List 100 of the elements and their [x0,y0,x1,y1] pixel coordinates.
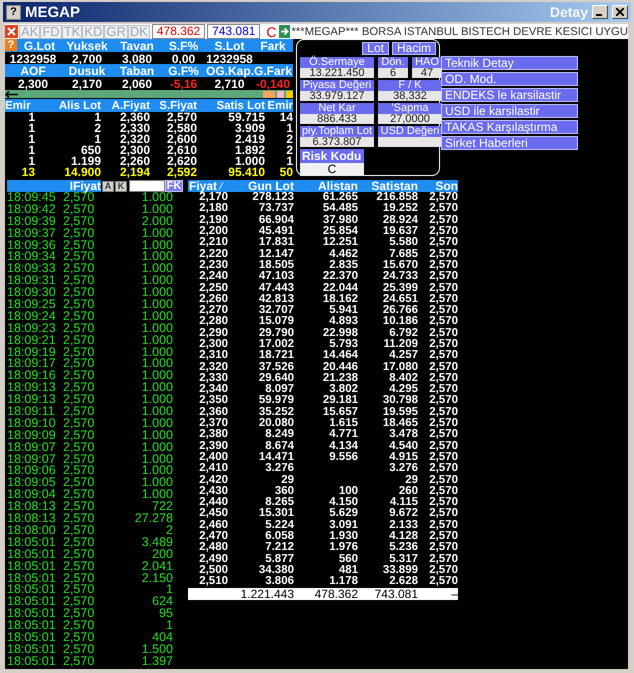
table-cell-text: 1 [286,156,293,167]
toolbar-button[interactable]: AK [19,24,40,38]
table-cell-text: 29.181 [322,395,358,406]
table-cell-text: 2,570 [428,271,458,282]
table-cell-text: 1.000 [140,334,173,347]
table-cell-text: 2,570 [63,204,96,216]
table-cell-text: 1.000 [140,275,173,288]
table-cell-text: 2.835 [328,260,358,271]
toggle-button[interactable]: Lot [362,42,389,55]
table-cell-text: 2,400 [198,452,228,463]
close-icon[interactable] [5,25,18,38]
figure-field: 478.362 [152,24,206,39]
table-cell-text: 8.097 [265,384,294,396]
table-cell-text: 2,250 [198,282,228,294]
table-cell-text: 73.737 [258,203,294,214]
table-cell-text: 2,570 [63,430,96,442]
column-header[interactable]: Alistan [294,180,358,192]
table-cell-text: 18:09:30 [7,287,57,300]
table-cell-text: 2,570 [428,350,458,362]
stat-value: 2,700 [70,52,104,66]
arrow-icon[interactable] [278,25,290,38]
close-button[interactable] [612,5,628,19]
table-cell-text: 6.792 [388,328,418,339]
toolbar-button[interactable]: FD [40,24,62,38]
total-cell-text: 2,592 [166,167,197,178]
table-cell-text: 1.199 [70,156,101,167]
help-icon[interactable]: ? [5,39,17,51]
column-header: Satis Lot [215,100,265,112]
table-cell-text: 2,240 [198,271,228,282]
table-cell-text: 17.002 [258,339,294,350]
table-cell-text: 8.674 [264,440,294,452]
table-cell-text: 2,570 [63,346,96,358]
column-header[interactable]: Son [418,180,458,192]
table-cell-text: 2,370 [198,418,228,430]
table-cell-text: 216.858 [375,192,418,204]
table-cell-text: 2 [285,134,293,145]
table-cell-text: 2,570 [63,406,96,418]
filter-button[interactable]: A [102,180,114,192]
table-cell-text: 2 [285,145,293,156]
menu-button[interactable]: OD. Mod. [441,72,578,86]
table-cell-text: 2,570 [428,406,458,418]
table-cell-text: 2.628 [388,576,418,588]
table-cell-text: 2,570 [63,454,96,466]
menu-button[interactable]: TAKAS Karşılaştırma [441,120,578,134]
column-header[interactable]: Gun Lot [228,180,294,192]
table-cell-text: 32.707 [258,305,294,316]
table-cell-text: 28.924 [382,214,418,226]
table-cell-text: 2,330 [118,123,150,134]
menu-button[interactable]: Teknik Detay [441,56,578,70]
table-cell-text: 8.249 [264,429,294,440]
table-cell-text: 2,570 [63,596,96,608]
table-cell-text: 2,570 [428,542,458,554]
filter-button[interactable]: FK [165,180,183,192]
table-cell-text: 18:09:36 [7,240,57,252]
column-header: OG.Kap. [206,64,253,78]
table-cell-text: 18:09:04 [7,489,57,502]
table-cell-text: 21.238 [322,372,358,384]
column-header: AOF [19,64,47,78]
table-cell-text: 1.500 [140,644,173,656]
table-cell-text: 2,210 [198,237,228,248]
filter-field[interactable] [129,180,165,192]
toggle-button[interactable]: Hacim [392,42,436,55]
toolbar-button[interactable]: GR [104,24,128,38]
table-cell-text: 560 [338,554,358,565]
menu-button[interactable]: Sirket Haberleri [441,136,578,150]
field-value: 886.433 [300,114,374,124]
menu-button[interactable]: USD ile karsilastir [441,104,578,118]
table-cell-text: 2,600 [166,134,197,145]
field-value: 38,332 [378,91,442,101]
table-cell-text: 18:09:42 [7,204,57,216]
table-cell-text: 2,570 [63,216,96,228]
table-cell-text: 5.317 [388,554,418,565]
table-cell-text: 18:09:31 [7,275,57,288]
news-ticker: ***MEGAP*** BORSA ISTANBUL BISTECH DEVRE KESICI UYGU [292,26,628,38]
table-cell-text: 2,620 [166,156,197,167]
help-icon[interactable]: ? [6,4,21,20]
table-cell-text: 42.813 [258,294,294,305]
table-cell-text: 650 [80,145,101,156]
table-cell-text: 2,570 [63,644,96,656]
table-cell-text: 2,570 [63,536,96,549]
toolbar-button[interactable]: DK [128,24,150,38]
table-cell-text: 2,490 [198,554,228,565]
table-cell-text: 2,260 [118,156,150,167]
table-cell-text: 1.000 [140,477,173,490]
stat-value: 3,080 [120,52,154,66]
toolbar-button[interactable]: TK [62,24,82,38]
minimize-button[interactable] [592,5,608,19]
column-header: G.Fark [254,64,293,78]
toolbar-button[interactable]: KD [82,24,104,38]
column-header[interactable]: Satistan [358,180,418,192]
column-header[interactable]: Fiyat [189,180,218,192]
arrow-icon[interactable] [5,90,19,98]
table-cell-text: 18:05:01 [7,536,57,549]
table-cell-text: 1.000 [234,156,265,167]
table-cell-text: 18:05:01 [7,644,57,656]
menu-button[interactable]: ENDEKS le karsilastir [441,88,578,102]
table-cell-text: 18:05:01 [7,596,57,608]
column-header: Taban [118,64,156,78]
filter-button[interactable]: K [115,180,127,192]
table-cell-text: 2.133 [388,520,418,531]
